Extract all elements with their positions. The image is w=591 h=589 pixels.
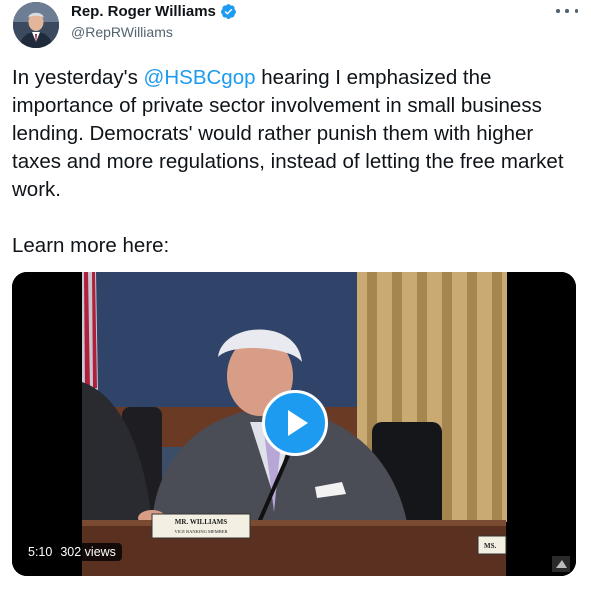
video-info-badge: 5:10 302 views	[22, 543, 122, 561]
avatar[interactable]	[13, 2, 59, 48]
play-icon	[288, 410, 308, 436]
video-views: 302 views	[60, 545, 116, 559]
author-name[interactable]: Rep. Roger Williams	[71, 3, 216, 20]
nameplate-right: MS.	[484, 542, 497, 550]
play-button[interactable]	[262, 390, 328, 456]
tweet: Rep. Roger Williams @RepRWilliams In yes…	[0, 0, 591, 589]
author-handle[interactable]: @RepRWilliams	[71, 24, 173, 40]
tweet-text-part: In yesterday's	[12, 66, 144, 89]
tweet-text: In yesterday's @HSBCgop hearing I emphas…	[12, 64, 572, 204]
avatar-image	[13, 2, 59, 48]
verified-badge-icon	[220, 3, 237, 20]
nameplate-name: MR. WILLIAMS	[175, 518, 227, 526]
learn-more-text: Learn more here:	[12, 234, 170, 257]
author-name-row: Rep. Roger Williams	[71, 3, 237, 20]
more-options-icon[interactable]	[556, 4, 578, 18]
nameplate-title: VICE RANKING MEMBER	[174, 529, 227, 534]
video-duration: 5:10	[28, 545, 53, 559]
mention-link[interactable]: @HSBCgop	[144, 66, 256, 89]
